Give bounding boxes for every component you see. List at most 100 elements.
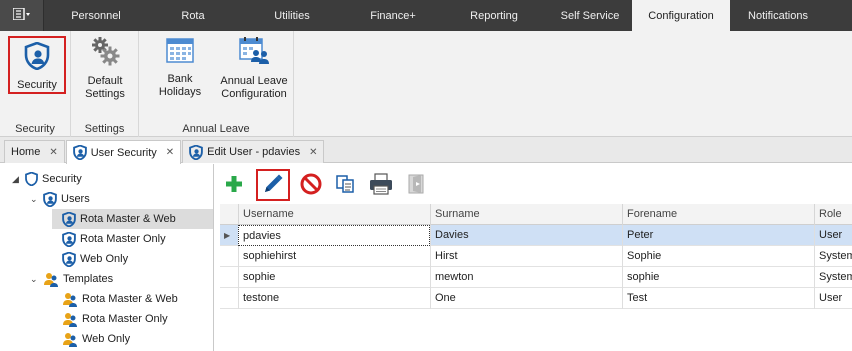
menu-tab-finance[interactable]: Finance+: [346, 0, 440, 31]
doc-tab-edit-user[interactable]: Edit User - pdavies ✕: [182, 140, 325, 163]
cell-surname[interactable]: One: [430, 288, 622, 309]
column-header-surname[interactable]: Surname: [430, 204, 622, 225]
doc-tab-user-security-label: User Security: [90, 146, 157, 159]
table-row[interactable]: sophie mewton sophie System: [220, 267, 852, 288]
collapse-arrow-icon[interactable]: ◢: [12, 174, 22, 185]
menu-tab-utilities[interactable]: Utilities: [238, 0, 346, 31]
tree-node-users[interactable]: ⌄ Users: [30, 189, 90, 209]
ribbon: Security Security Default Settings Setti…: [0, 31, 852, 137]
cell-forename[interactable]: Sophie: [622, 246, 814, 267]
doc-tab-edit-user-label: Edit User - pdavies: [207, 146, 301, 158]
menu-bar: Personnel Rota Utilities Finance+ Report…: [0, 0, 852, 31]
table-row[interactable]: ▶ pdavies Davies Peter User: [220, 225, 852, 246]
menu-tab-self-service[interactable]: Self Service: [548, 0, 632, 31]
add-button[interactable]: [222, 169, 246, 201]
doc-tab-home[interactable]: Home ✕: [4, 140, 65, 163]
tree-label: Rota Master Only: [80, 233, 166, 245]
app-menu-button[interactable]: [0, 0, 44, 31]
default-settings-label-line1: Default: [87, 75, 123, 87]
grid-header: Username Surname Forename Role: [220, 204, 852, 225]
default-settings-label-line2: Settings: [85, 88, 125, 100]
exit-button[interactable]: [404, 169, 430, 201]
security-button[interactable]: Security: [8, 36, 66, 94]
exit-icon: [407, 173, 427, 198]
plus-icon: [225, 175, 243, 196]
menu-tab-reporting[interactable]: Reporting: [440, 0, 548, 31]
tree-node-users-web-only[interactable]: Web Only: [62, 249, 128, 269]
cell-username[interactable]: pdavies: [238, 225, 430, 246]
document-tabs: Home ✕ User Security ✕ Edit User - pdavi…: [0, 137, 852, 164]
no-entry-icon: [300, 173, 322, 198]
cell-username[interactable]: testone: [238, 288, 430, 309]
bank-holidays-button[interactable]: Bank Holidays: [145, 36, 215, 99]
tree-node-templates-web-only[interactable]: Web Only: [62, 329, 130, 349]
tree-label: Rota Master Only: [82, 313, 168, 325]
ribbon-group-settings: Default Settings Settings: [71, 31, 139, 137]
cell-forename[interactable]: sophie: [622, 267, 814, 288]
tree-label: Rota Master & Web: [82, 293, 178, 305]
template-users-icon: [62, 332, 78, 347]
collapse-arrow-icon[interactable]: ⌄: [30, 274, 40, 285]
doc-tab-home-label: Home: [11, 146, 41, 158]
menu-tab-configuration[interactable]: Configuration: [632, 0, 730, 31]
delete-button[interactable]: [298, 169, 324, 201]
gears-icon: [75, 36, 135, 70]
cell-surname[interactable]: Hirst: [430, 246, 622, 267]
doc-tab-user-security[interactable]: User Security ✕: [65, 140, 182, 164]
edit-button[interactable]: [256, 169, 290, 201]
column-header-username[interactable]: Username: [238, 204, 430, 225]
app-menu-icon: [11, 7, 31, 23]
cell-role[interactable]: System: [814, 246, 852, 267]
shield-user-icon: [10, 41, 64, 74]
tree-node-users-rota-master-web[interactable]: Rota Master & Web: [52, 209, 213, 229]
shield-user-icon: [189, 144, 203, 160]
column-header-forename[interactable]: Forename: [622, 204, 814, 225]
menu-tab-rota[interactable]: Rota: [148, 0, 238, 31]
table-row[interactable]: sophiehirst Hirst Sophie System: [220, 246, 852, 267]
cell-role[interactable]: User: [814, 288, 852, 309]
default-settings-button[interactable]: Default Settings: [75, 36, 135, 101]
ribbon-group-security: Security Security: [0, 31, 71, 137]
collapse-arrow-icon[interactable]: ⌄: [30, 194, 40, 205]
column-header-role[interactable]: Role: [814, 204, 852, 225]
cell-surname[interactable]: Davies: [430, 225, 622, 246]
tree-label: Rota Master & Web: [80, 213, 176, 225]
group-label-security: Security: [15, 123, 55, 135]
pencil-icon: [262, 173, 284, 198]
cell-role[interactable]: System: [814, 267, 852, 288]
copy-button[interactable]: [332, 169, 358, 201]
annual-leave-config-label-line1: Annual Leave: [220, 75, 288, 87]
cell-forename[interactable]: Peter: [622, 225, 814, 246]
cell-surname[interactable]: mewton: [430, 267, 622, 288]
shield-user-icon: [72, 145, 87, 160]
tree-node-security[interactable]: ◢ Security: [12, 169, 82, 189]
shield-user-icon: [43, 191, 57, 207]
printer-icon: [369, 172, 393, 198]
tree-node-users-rota-master-only[interactable]: Rota Master Only: [62, 229, 166, 249]
calendar-users-icon: [217, 36, 291, 70]
table-row[interactable]: testone One Test User: [220, 288, 852, 309]
shield-user-icon: [62, 251, 76, 267]
close-icon[interactable]: ✕: [309, 147, 317, 158]
annual-leave-configuration-button[interactable]: Annual Leave Configuration: [217, 36, 291, 101]
shield-icon: [25, 172, 38, 186]
menu-tab-notifications[interactable]: Notifications: [730, 0, 826, 31]
cell-forename[interactable]: Test: [622, 288, 814, 309]
print-button[interactable]: [366, 169, 396, 201]
tree-node-templates[interactable]: ⌄ Templates: [30, 269, 113, 289]
cell-role[interactable]: User: [814, 225, 852, 246]
close-icon[interactable]: ✕: [49, 147, 57, 158]
group-label-settings: Settings: [84, 123, 125, 135]
cell-username[interactable]: sophiehirst: [238, 246, 430, 267]
grid-toolbar: [222, 168, 438, 202]
template-users-icon: [62, 292, 78, 307]
close-icon[interactable]: ✕: [166, 147, 174, 158]
tree-node-templates-rota-master-web[interactable]: Rota Master & Web: [62, 289, 178, 309]
template-users-icon: [62, 312, 78, 327]
menu-tab-personnel[interactable]: Personnel: [44, 0, 148, 31]
calendar-icon: [145, 36, 215, 68]
cell-username[interactable]: sophie: [238, 267, 430, 288]
security-tree: ◢ Security ⌄ Users Rota Master & Web Rot…: [0, 164, 214, 351]
row-indicator-icon: ▶: [224, 231, 231, 240]
tree-node-templates-rota-master-only[interactable]: Rota Master Only: [62, 309, 168, 329]
